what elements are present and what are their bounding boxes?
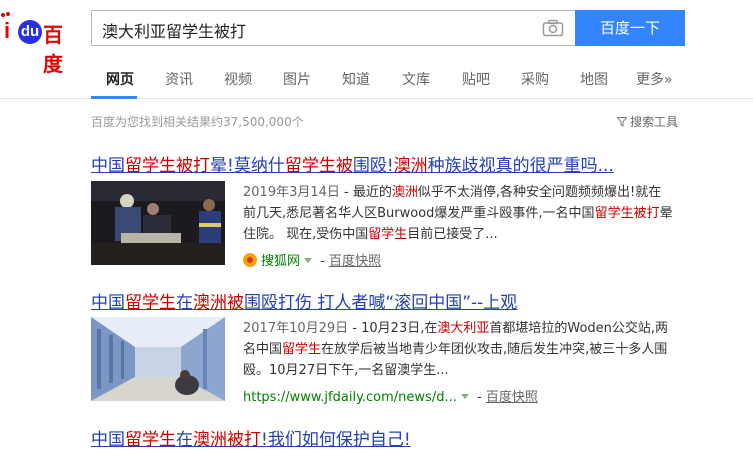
chevron-down-icon[interactable] [304, 258, 313, 263]
chevron-down-icon[interactable] [460, 394, 469, 399]
tab-map[interactable]: 地图 [580, 69, 608, 89]
hallway-image [91, 317, 225, 401]
filter-icon [617, 117, 627, 127]
night-scene-image [91, 181, 225, 265]
result-count: 百度为您找到相关结果约37,500,000个 [91, 115, 304, 129]
result-snippet-1: 2019年3月14日 - 最近的澳洲似乎不太消停,各种安全问题频频爆出!就在前几… [243, 185, 673, 242]
logo-du-badge: du [18, 20, 42, 44]
tab-video[interactable]: 视频 [224, 69, 252, 89]
result-date-2: 2017年10月29日 [243, 321, 349, 336]
result-thumbnail-2[interactable] [91, 317, 225, 401]
result-site-1[interactable]: 搜狐网 [261, 254, 300, 269]
tab-images[interactable]: 图片 [283, 69, 311, 89]
tab-tieba[interactable]: 贴吧 [462, 69, 490, 89]
active-tab-indicator [91, 96, 137, 99]
result-title-3[interactable]: 中国留学生在澳洲被打!我们如何保护自己! [91, 425, 411, 450]
result-source-1: 搜狐网 - 百度快照 [243, 250, 381, 269]
result-thumbnail-1[interactable] [91, 181, 225, 265]
result-site-2[interactable]: https://www.jfdaily.com/news/d... [243, 390, 457, 405]
tab-more[interactable]: 更多» [636, 69, 673, 89]
baidu-logo[interactable]: i du 百度 [1, 12, 82, 76]
result-snippet-2: 2017年10月29日 - 10月23日,在澳大利亚首都堪培拉的Woden公交站… [243, 321, 669, 378]
tab-wenku[interactable]: 文库 [402, 69, 430, 89]
search-tools-label: 搜索工具 [630, 115, 679, 129]
search-tabs: 网页 资讯 视频 图片 知道 文库 贴吧 采购 地图 更多» [0, 60, 753, 99]
search-tools-button[interactable]: 搜索工具 [617, 113, 678, 130]
paw-icon [1, 12, 10, 17]
tab-news[interactable]: 资讯 [165, 69, 193, 89]
search-button[interactable]: 百度一下 [575, 10, 685, 46]
tab-purchase[interactable]: 采购 [521, 69, 549, 89]
search-input[interactable]: 澳大利亚留学生被打 [91, 10, 575, 46]
search-query-text[interactable]: 澳大利亚留学生被打 [102, 18, 246, 42]
tab-web[interactable]: 网页 [106, 69, 134, 89]
result-date-1: 2019年3月14日 [243, 185, 340, 200]
cache-link-1[interactable]: 百度快照 [329, 254, 381, 269]
result-title-1[interactable]: 中国留学生被打晕!莫纳什留学生被围殴!澳洲种族歧视真的很严重吗... [91, 151, 614, 176]
result-source-2: https://www.jfdaily.com/news/d... - 百度快照 [243, 390, 538, 405]
result-title-2[interactable]: 中国留学生在澳洲被围殴打伤 打人者喊“滚回中国”--上观 [91, 288, 517, 313]
sohu-icon [243, 253, 257, 267]
cache-link-2[interactable]: 百度快照 [486, 390, 538, 405]
camera-icon[interactable] [542, 19, 564, 37]
tab-zhidao[interactable]: 知道 [342, 69, 370, 89]
